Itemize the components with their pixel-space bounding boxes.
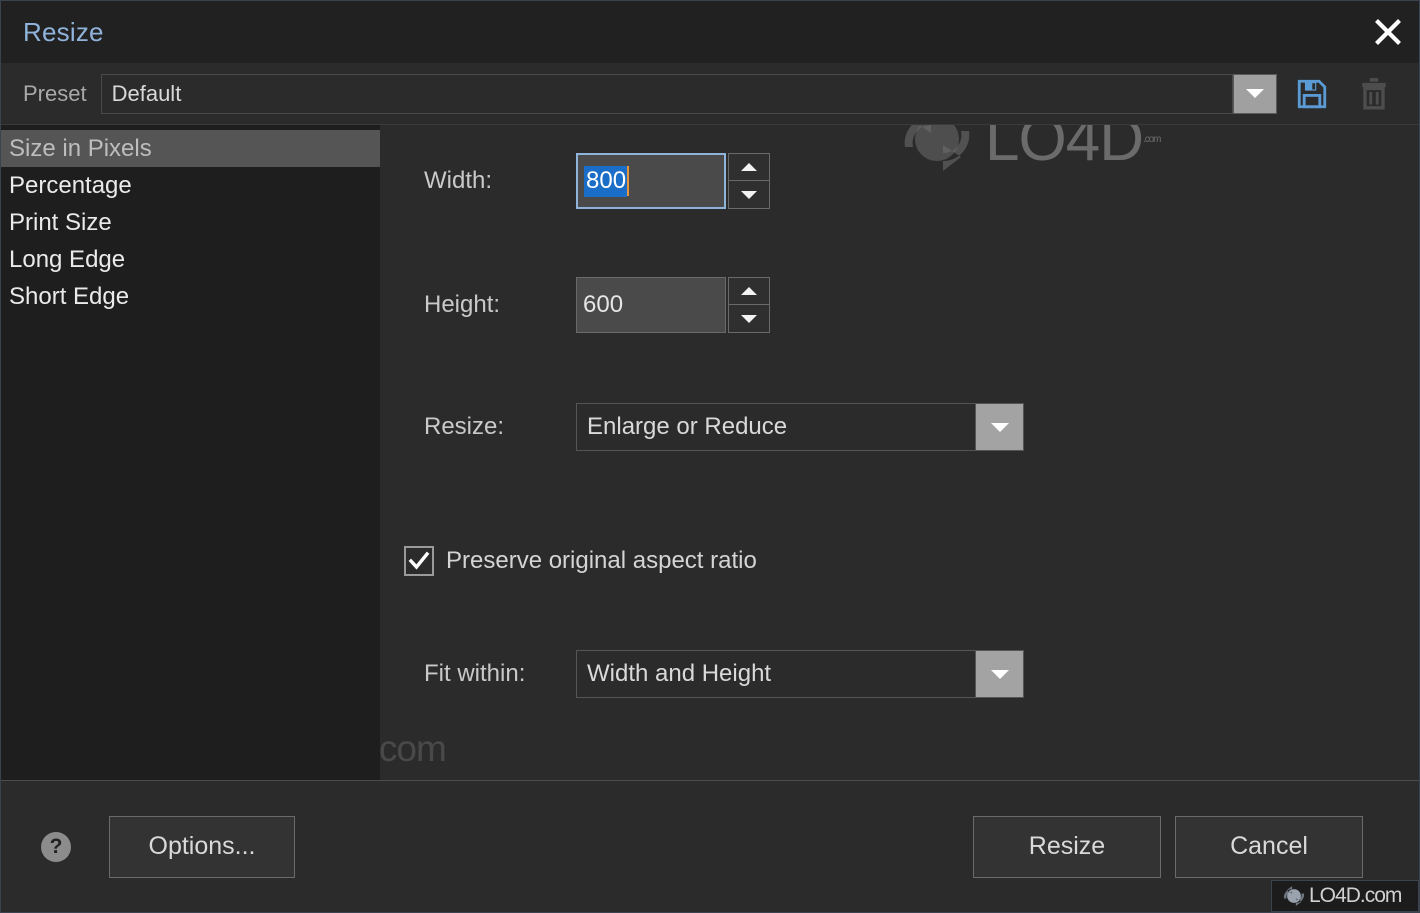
watermark-brand: LO4D (1309, 884, 1361, 907)
sidebar-item-percentage[interactable]: Percentage (1, 167, 380, 204)
preserve-aspect-row: Preserve original aspect ratio (404, 546, 757, 576)
height-increment-button[interactable] (728, 277, 770, 305)
preset-label: Preset (23, 80, 87, 106)
watermark-suffix: .com (1359, 884, 1403, 907)
width-stepper: 800 (576, 153, 770, 209)
dialog-body: Size in Pixels Percentage Print Size Lon… (1, 125, 1419, 780)
title-bar: Resize (1, 1, 1419, 63)
fit-within-select[interactable]: Width and Height (576, 650, 1024, 698)
width-decrement-button[interactable] (728, 181, 770, 209)
save-floppy-icon (1297, 79, 1327, 108)
height-value: 600 (583, 291, 624, 318)
width-spinner (728, 153, 770, 209)
resize-mode-value: Enlarge or Reduce (576, 403, 976, 451)
height-decrement-button[interactable] (728, 305, 770, 333)
save-preset-button[interactable] (1285, 70, 1339, 118)
text-caret (627, 166, 630, 196)
width-input[interactable]: 800 (576, 153, 726, 209)
close-icon (1375, 19, 1401, 45)
fit-within-row: Fit within: Width and Height (424, 650, 1024, 698)
width-field-row: Width: 800 (424, 153, 770, 209)
lo4d-refresh-logo-icon (1283, 886, 1305, 906)
mode-sidebar: Size in Pixels Percentage Print Size Lon… (1, 125, 380, 780)
trash-icon (1362, 77, 1386, 110)
triangle-up-icon (741, 287, 757, 295)
triangle-up-icon (741, 163, 757, 171)
page-title: Resize (23, 16, 104, 47)
dialog-footer: ? Options... Resize Cancel (1, 780, 1419, 912)
delete-preset-button[interactable] (1347, 70, 1401, 118)
preset-dropdown-button[interactable] (1233, 73, 1277, 114)
preserve-aspect-checkbox[interactable] (404, 546, 434, 576)
settings-panel: Width: 800 Height: 600 Resize: Enlarge o… (380, 125, 1419, 780)
height-label: Height: (424, 291, 501, 318)
width-value: 800 (584, 165, 628, 197)
preserve-aspect-label: Preserve original aspect ratio (446, 547, 757, 574)
resize-mode-row: Resize: Enlarge or Reduce (424, 403, 1024, 451)
help-question-icon[interactable]: ? (41, 831, 71, 862)
chevron-down-icon (990, 669, 1009, 679)
checkmark-icon (408, 551, 430, 570)
resize-dialog-window: Resize Preset Default Size in Pixels Per… (0, 0, 1420, 913)
height-field-row: Height: 600 (424, 277, 770, 333)
options-button[interactable]: Options... (109, 815, 295, 878)
chevron-down-icon (1246, 89, 1264, 98)
height-stepper: 600 (576, 277, 770, 333)
height-input[interactable]: 600 (576, 277, 726, 333)
cancel-button[interactable]: Cancel (1175, 815, 1363, 878)
resize-mode-dropdown-button[interactable] (976, 403, 1024, 451)
close-button[interactable] (1357, 1, 1419, 63)
chevron-down-icon (990, 422, 1009, 432)
preset-input[interactable]: Default (100, 73, 1233, 114)
width-increment-button[interactable] (728, 153, 770, 181)
sidebar-item-short-edge[interactable]: Short Edge (1, 278, 380, 315)
resize-button[interactable]: Resize (973, 815, 1161, 878)
resize-mode-label: Resize: (424, 413, 505, 440)
sidebar-item-long-edge[interactable]: Long Edge (1, 241, 380, 278)
triangle-down-icon (741, 314, 757, 323)
width-label: Width: (424, 167, 493, 194)
sidebar-item-size-in-pixels[interactable]: Size in Pixels (1, 130, 380, 167)
fit-within-dropdown-button[interactable] (976, 650, 1024, 698)
fit-within-label: Fit within: (424, 660, 526, 687)
resize-mode-select[interactable]: Enlarge or Reduce (576, 403, 1024, 451)
triangle-down-icon (741, 190, 757, 199)
sidebar-item-print-size[interactable]: Print Size (1, 204, 380, 241)
height-spinner (728, 277, 770, 333)
fit-within-value: Width and Height (576, 650, 976, 698)
preset-toolbar: Preset Default (1, 63, 1419, 125)
watermark-badge: LO4D .com (1271, 880, 1419, 912)
